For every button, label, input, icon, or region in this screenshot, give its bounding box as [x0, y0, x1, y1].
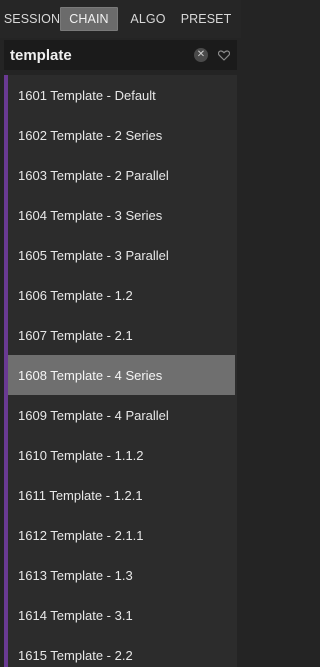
list-item[interactable]: 1607 Template - 2.1: [8, 315, 235, 355]
list-item[interactable]: 1608 Template - 4 Series: [8, 355, 235, 395]
list-item[interactable]: 1614 Template - 3.1: [8, 595, 235, 635]
list-item[interactable]: 1611 Template - 1.2.1: [8, 475, 235, 515]
template-list: 1601 Template - Default 1602 Template - 2…: [4, 75, 237, 667]
list-item[interactable]: 1612 Template - 2.1.1: [8, 515, 235, 555]
list-item[interactable]: 1613 Template - 1.3: [8, 555, 235, 595]
tab-session[interactable]: SESSION: [4, 7, 60, 31]
search-input[interactable]: [4, 41, 194, 69]
list-item[interactable]: 1609 Template - 4 Parallel: [8, 395, 235, 435]
tab-bar: SESSION CHAIN ALGO PRESET: [0, 0, 241, 38]
list-item[interactable]: 1603 Template - 2 Parallel: [8, 155, 235, 195]
preset-browser: SESSION CHAIN ALGO PRESET ✕ 1601 Templat…: [0, 0, 241, 667]
list-item[interactable]: 1602 Template - 2 Series: [8, 115, 235, 155]
search-bar: ✕: [4, 40, 237, 70]
tab-algo[interactable]: ALGO: [118, 7, 178, 31]
tab-chain[interactable]: CHAIN: [60, 7, 118, 31]
list-item[interactable]: 1606 Template - 1.2: [8, 275, 235, 315]
list-item[interactable]: 1601 Template - Default: [8, 75, 235, 115]
clear-search-icon[interactable]: ✕: [194, 48, 208, 62]
list-item[interactable]: 1615 Template - 2.2: [8, 635, 235, 667]
heart-icon[interactable]: [217, 48, 231, 62]
list-item[interactable]: 1605 Template - 3 Parallel: [8, 235, 235, 275]
list-item[interactable]: 1610 Template - 1.1.2: [8, 435, 235, 475]
tab-preset[interactable]: PRESET: [178, 7, 234, 31]
list-item[interactable]: 1604 Template - 3 Series: [8, 195, 235, 235]
